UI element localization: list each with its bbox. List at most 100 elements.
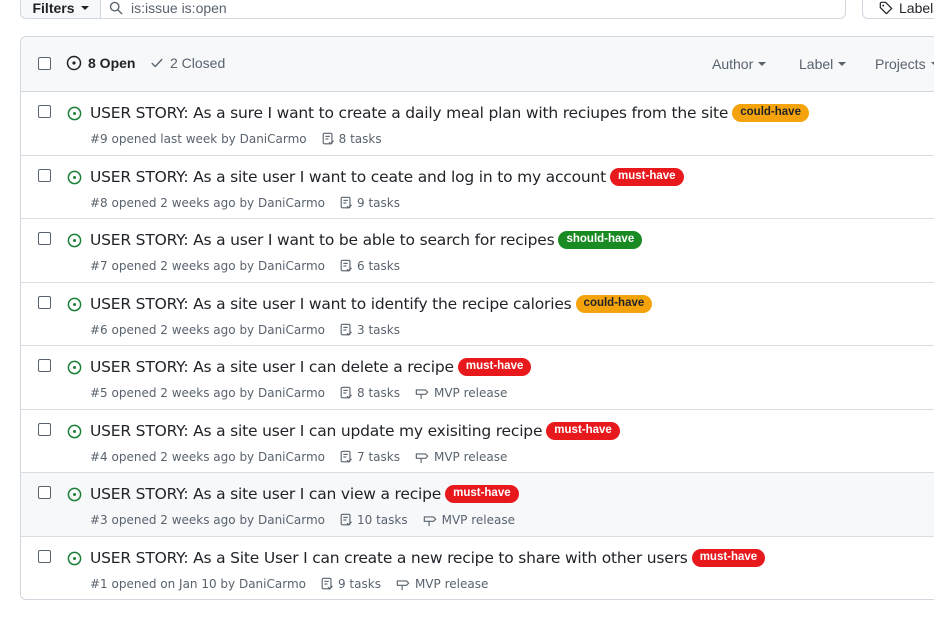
issue-milestone[interactable]: MVP release [414,450,507,464]
issue-title-link[interactable]: USER STORY: As a site user I can view a … [90,485,441,503]
issue-tasks[interactable]: 9 tasks [320,577,381,591]
checklist-icon [322,132,334,145]
issue-label[interactable]: must-have [546,421,620,440]
issue-tasks-count: 6 tasks [357,259,400,273]
issue-tasks-count: 10 tasks [357,513,408,527]
chevron-down-icon [758,62,767,66]
issue-meta: #5 opened 2 weeks ago by DaniCarmo 8 tas… [90,386,507,400]
chevron-down-icon [930,62,934,66]
issue-opened-by: #5 opened 2 weeks ago by DaniCarmo [90,386,325,400]
issue-row[interactable]: USER STORY: As a site user I can delete … [21,346,934,410]
issue-title-line: USER STORY: As a site user I can view a … [90,485,519,503]
filters-label: Filters [32,0,75,16]
issue-meta: #7 opened 2 weeks ago by DaniCarmo 6 tas… [90,259,400,273]
chevron-down-icon [80,5,89,10]
issue-title-link[interactable]: USER STORY: As a site user I want to ide… [90,295,572,313]
filters-button[interactable]: Filters [20,0,100,19]
author-filter[interactable]: Author [712,56,767,72]
issue-row[interactable]: USER STORY: As a user I want to be able … [21,219,934,283]
issue-meta: #4 opened 2 weeks ago by DaniCarmo 7 tas… [90,450,507,464]
issue-title-link[interactable]: USER STORY: As a site user I want to cea… [90,168,606,186]
issue-tasks[interactable]: 3 tasks [339,323,400,337]
issue-opened-by: #6 opened 2 weeks ago by DaniCarmo [90,322,325,337]
issue-opened-icon [66,55,82,71]
search-value: is:issue is:open [131,0,227,16]
checklist-icon [340,386,352,399]
issue-checkbox[interactable] [38,486,51,499]
search-icon [109,1,123,14]
issue-label[interactable]: must-have [610,167,684,186]
issue-row[interactable]: USER STORY: As a site user I can update … [21,410,934,473]
label-filter-label: Label [799,56,834,72]
issue-meta: #8 opened 2 weeks ago by DaniCarmo 9 tas… [90,196,400,210]
issue-row[interactable]: USER STORY: As a sure I want to create a… [21,92,934,156]
issue-tasks[interactable]: 7 tasks [339,450,400,464]
closed-issues-tab[interactable]: 2 Closed [150,55,225,71]
issue-milestone[interactable]: MVP release [422,513,515,527]
issue-title-link[interactable]: USER STORY: As a site user I can update … [90,422,542,440]
issue-row[interactable]: USER STORY: As a site user I want to ide… [21,283,934,346]
issue-label[interactable]: must-have [691,548,766,567]
issue-rows: USER STORY: As a sure I want to create a… [21,92,934,600]
tag-icon [879,1,893,14]
select-all-checkbox[interactable] [38,57,51,70]
issue-tasks-count: 3 tasks [357,322,400,337]
issues-toolbar: Filters is:issue is:open Labels [0,0,934,20]
checklist-icon [340,513,352,526]
issue-milestone[interactable]: MVP release [395,577,488,591]
issue-checkbox[interactable] [38,295,51,309]
issue-title-link[interactable]: USER STORY: As a site user I can delete … [90,358,454,376]
labels-label: Labels [899,0,934,16]
labels-button[interactable]: Labels [862,0,934,19]
issue-tasks[interactable]: 8 tasks [339,386,400,400]
issue-label[interactable]: should-have [558,231,643,249]
issue-checkbox[interactable] [38,105,51,118]
issue-row[interactable]: USER STORY: As a Site User I can create … [21,537,934,600]
issue-tasks[interactable]: 6 tasks [339,259,400,273]
issue-checkbox[interactable] [38,549,51,563]
issue-milestone-label: MVP release [433,449,508,464]
issue-title-link[interactable]: USER STORY: As a user I want to be able … [90,231,555,249]
issue-opened-by: #4 opened 2 weeks ago by DaniCarmo [90,449,325,464]
issue-tasks-count: 8 tasks [338,132,382,146]
milestone-icon [415,389,429,400]
issue-opened-icon [67,487,82,502]
issue-opened-icon [67,424,82,438]
closed-count: 2 Closed [170,55,226,71]
issue-milestone[interactable]: MVP release [414,386,507,400]
issue-label[interactable]: must-have [445,485,519,503]
issue-label[interactable]: could-have [575,294,653,313]
checklist-icon [321,577,333,590]
issue-tasks-count: 8 tasks [357,386,400,400]
issues-list: 8 Open 2 Closed Author Label Projects US… [20,36,934,600]
issue-tasks[interactable]: 9 tasks [339,196,400,210]
issue-title-line: USER STORY: As a sure I want to create a… [90,104,809,122]
issue-checkbox[interactable] [38,359,51,372]
projects-filter[interactable]: Projects [875,56,934,72]
issue-tasks[interactable]: 10 tasks [339,513,408,527]
issue-opened-icon [67,106,82,121]
open-issues-tab[interactable]: 8 Open [66,55,135,71]
issues-list-header: 8 Open 2 Closed Author Label Projects [21,37,934,92]
issue-title-link[interactable]: USER STORY: As a Site User I can create … [90,549,688,567]
issue-row[interactable]: USER STORY: As a site user I want to cea… [21,156,934,219]
issue-checkbox[interactable] [38,168,51,182]
issue-meta: #6 opened 2 weeks ago by DaniCarmo 3 tas… [90,323,400,337]
issue-title-link[interactable]: USER STORY: As a sure I want to create a… [90,104,728,122]
search-input[interactable]: is:issue is:open [100,0,846,19]
issue-checkbox[interactable] [38,422,51,436]
issue-label[interactable]: must-have [457,358,532,376]
check-icon [151,58,163,68]
issue-opened-by: #7 opened 2 weeks ago by DaniCarmo [90,259,325,273]
issue-label[interactable]: could-have [732,104,809,122]
projects-filter-label: Projects [875,56,926,72]
issue-row[interactable]: USER STORY: As a site user I can view a … [21,473,934,537]
label-filter[interactable]: Label [799,56,847,72]
issue-tasks-count: 9 tasks [357,195,400,210]
issue-tasks[interactable]: 8 tasks [321,132,382,146]
issue-opened-icon [67,170,82,184]
issue-opened-by: #3 opened 2 weeks ago by DaniCarmo [90,513,325,527]
issue-checkbox[interactable] [38,232,51,245]
milestone-icon [415,452,429,463]
author-filter-label: Author [712,56,754,72]
